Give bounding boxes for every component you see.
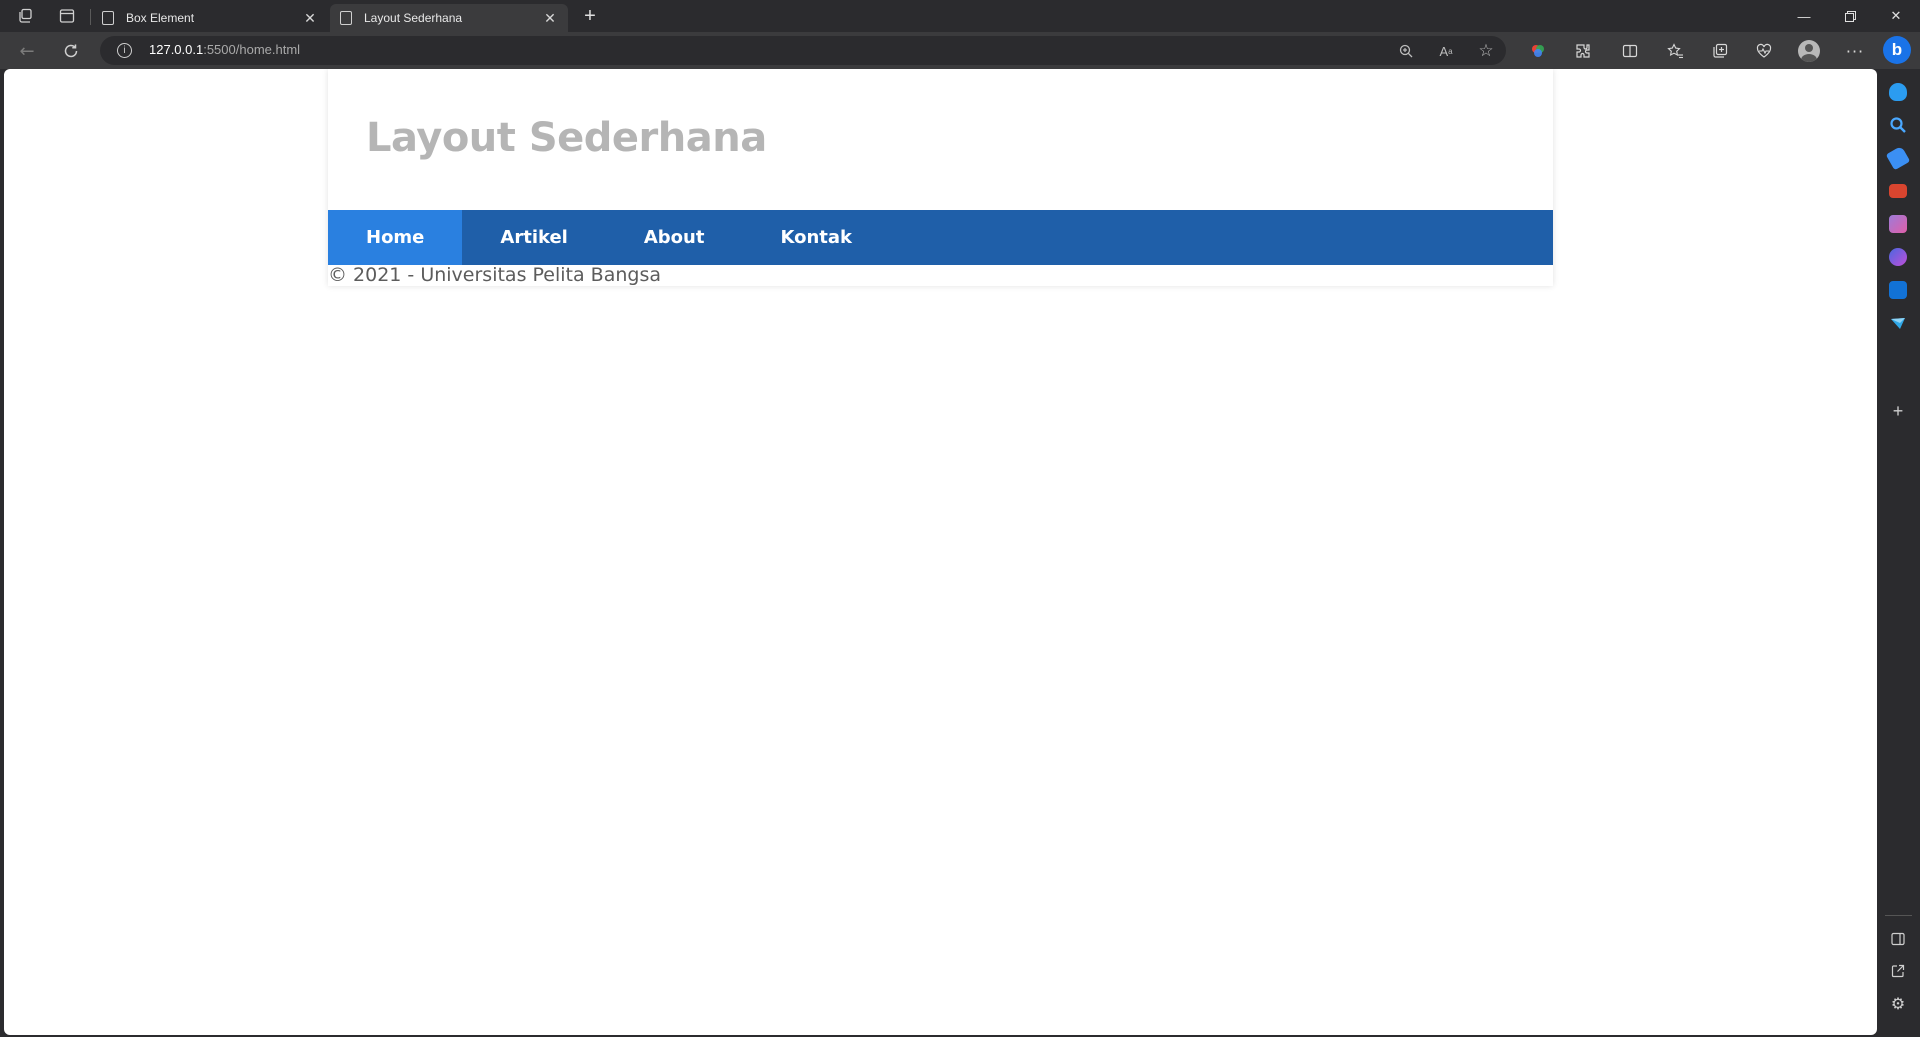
- page-icon: [340, 11, 352, 25]
- shopping-tag-icon[interactable]: [1885, 145, 1911, 171]
- page-viewport: Layout Sederhana Home Artikel About Kont…: [4, 69, 1877, 1035]
- split-screen-icon[interactable]: [1619, 40, 1641, 62]
- workspaces-icon[interactable]: [14, 6, 36, 26]
- search-icon[interactable]: [1889, 116, 1907, 134]
- tab-actions-icon[interactable]: [56, 6, 78, 26]
- games-icon[interactable]: [1889, 215, 1907, 233]
- add-sidebar-app-icon[interactable]: +: [1889, 401, 1907, 421]
- sidebar-divider: [1885, 915, 1912, 916]
- nav-about[interactable]: About: [606, 210, 743, 265]
- outlook-icon[interactable]: [1889, 281, 1907, 299]
- settings-gear-icon[interactable]: ⚙: [1889, 994, 1907, 1013]
- read-aloud-icon[interactable]: Aa: [1436, 41, 1456, 61]
- close-window-button[interactable]: ✕: [1876, 4, 1916, 28]
- nav-artikel[interactable]: Artikel: [462, 210, 605, 265]
- profile-avatar[interactable]: [1798, 40, 1820, 62]
- url-text[interactable]: 127.0.0.1:5500/home.html: [149, 42, 300, 57]
- site-header: Layout Sederhana: [328, 69, 1553, 210]
- tab-layout-sederhana[interactable]: Layout Sederhana ✕: [330, 4, 568, 32]
- main-nav: Home Artikel About Kontak: [328, 210, 1553, 265]
- tab-box-element[interactable]: Box Element ✕: [92, 4, 328, 32]
- site-info-icon[interactable]: i: [117, 43, 132, 58]
- close-tab-icon[interactable]: ✕: [542, 10, 558, 27]
- page-title: Layout Sederhana: [366, 115, 767, 161]
- restore-button[interactable]: [1830, 4, 1870, 28]
- browser-toolbar: ← i 127.0.0.1:5500/home.html Aa ☆ ··· b: [0, 32, 1920, 69]
- tab-title: Box Element: [126, 11, 195, 25]
- bing-chat-icon[interactable]: b: [1883, 36, 1911, 64]
- nav-home[interactable]: Home: [328, 210, 463, 265]
- tab-strip: Box Element ✕ Layout Sederhana ✕ + — ✕: [0, 0, 1920, 32]
- extension-colorful-icon[interactable]: [1527, 40, 1549, 62]
- tab-separator: [90, 9, 91, 25]
- edge-sidebar: + ⚙: [1877, 69, 1920, 1037]
- page-icon: [102, 11, 114, 25]
- extensions-icon[interactable]: [1572, 40, 1594, 62]
- address-bar[interactable]: i 127.0.0.1:5500/home.html Aa ☆: [100, 36, 1506, 65]
- tab-title: Layout Sederhana: [364, 11, 463, 25]
- hide-sidebar-icon[interactable]: [1889, 930, 1907, 948]
- performance-heart-icon[interactable]: [1753, 40, 1775, 62]
- minimize-button[interactable]: —: [1784, 4, 1824, 28]
- refresh-button[interactable]: [58, 38, 84, 64]
- page-container: Layout Sederhana Home Artikel About Kont…: [328, 69, 1553, 286]
- collections-icon[interactable]: [1709, 40, 1731, 62]
- tools-icon[interactable]: [1889, 184, 1907, 198]
- close-tab-icon[interactable]: ✕: [302, 10, 318, 27]
- zoom-icon[interactable]: [1396, 41, 1416, 61]
- open-external-icon[interactable]: [1889, 962, 1907, 980]
- site-footer: © 2021 - Universitas Pelita Bangsa: [328, 264, 661, 286]
- favorites-icon[interactable]: [1664, 40, 1686, 62]
- microsoft-365-icon[interactable]: [1889, 248, 1907, 266]
- favorite-star-icon[interactable]: ☆: [1476, 41, 1496, 61]
- new-tab-button[interactable]: +: [578, 4, 602, 28]
- nav-kontak[interactable]: Kontak: [742, 210, 890, 265]
- back-button[interactable]: ←: [14, 38, 40, 64]
- drop-icon[interactable]: [1889, 314, 1907, 332]
- notifications-icon[interactable]: [1889, 83, 1907, 101]
- more-options-icon[interactable]: ···: [1844, 40, 1866, 62]
